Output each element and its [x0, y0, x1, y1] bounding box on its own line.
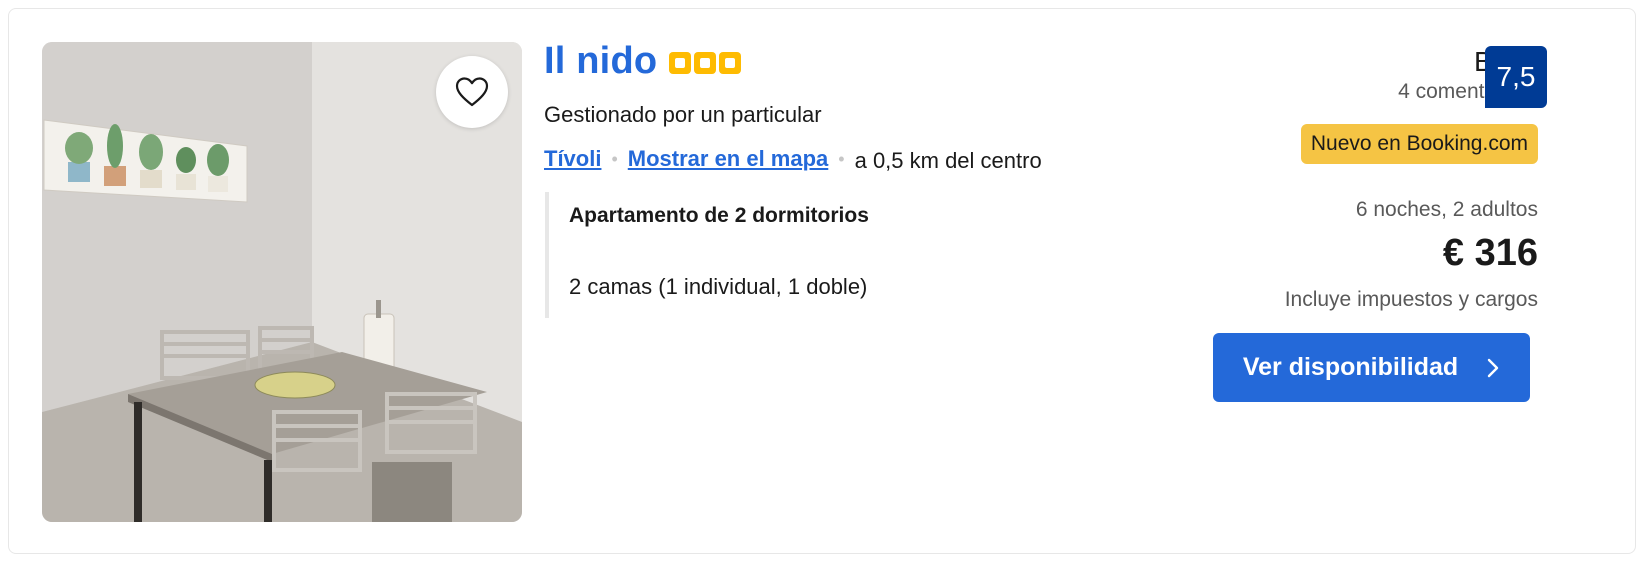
show-on-map-link[interactable]: Mostrar en el mapa [628, 146, 829, 172]
review-score-badge[interactable]: 7,5 [1485, 46, 1547, 108]
location-row: Tívoli • Mostrar en el mapa • a 0,5 km d… [544, 144, 1042, 174]
star-icon [719, 51, 742, 74]
heart-icon [455, 77, 489, 107]
star-icon [669, 51, 692, 74]
host-type: Gestionado por un particular [544, 102, 822, 127]
stay-summary: 6 noches, 2 adultos [1355, 198, 1538, 221]
separator-dot: • [838, 148, 845, 169]
price: € 316 [1442, 232, 1538, 274]
title-row: Il nido [544, 40, 742, 83]
chevron-right-icon [1487, 358, 1499, 377]
property-photo[interactable] [42, 42, 522, 522]
favorite-button[interactable] [436, 56, 508, 128]
district-link[interactable]: Tívoli [544, 146, 601, 172]
taxes-note: Incluye impuestos y cargos [1284, 288, 1538, 311]
unit-name: Apartamento de 2 dormitorios [569, 204, 869, 227]
see-availability-button[interactable]: Ver disponibilidad [1213, 333, 1530, 402]
star-icon [694, 51, 717, 74]
property-name-link[interactable]: Il nido [544, 40, 657, 83]
unit-beds: 2 camas (1 individual, 1 doble) [569, 274, 868, 299]
unit-details: Apartamento de 2 dormitorios 2 camas (1 … [545, 192, 869, 318]
distance-text: a 0,5 km del centro [854, 148, 1042, 173]
separator-dot: • [611, 148, 618, 169]
see-availability-label: Ver disponibilidad [1242, 353, 1459, 381]
new-on-booking-badge: Nuevo en Booking.com [1300, 124, 1538, 164]
star-rating [669, 51, 742, 74]
